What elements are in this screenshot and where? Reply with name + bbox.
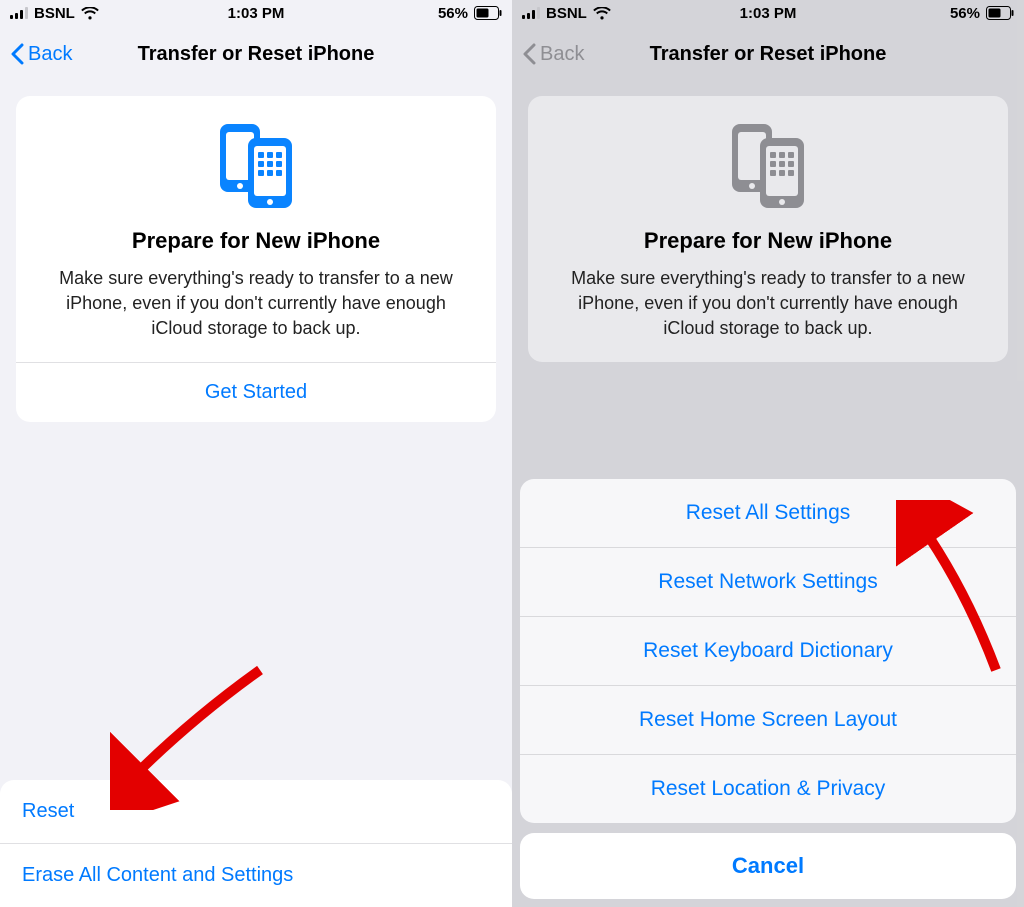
prepare-card: Prepare for New iPhone Make sure everyth… [16, 96, 496, 422]
devices-icon [548, 120, 988, 210]
reset-list: Reset Erase All Content and Settings [0, 780, 512, 907]
signal-bars-icon [522, 7, 540, 19]
prepare-card: Prepare for New iPhone Make sure everyth… [528, 96, 1008, 362]
devices-icon [36, 120, 476, 210]
battery-percent: 56% [950, 5, 980, 22]
cancel-button[interactable]: Cancel [520, 833, 1016, 899]
status-bar: BSNL 1:03 PM 56% [512, 0, 1024, 26]
reset-row[interactable]: Reset [0, 780, 512, 843]
battery-percent: 56% [438, 5, 468, 22]
screenshot-right: BSNL 1:03 PM 56% Back Transfer or Reset … [512, 0, 1024, 907]
get-started-button[interactable]: Get Started [36, 363, 476, 422]
carrier-label: BSNL [546, 5, 587, 22]
page-title: Transfer or Reset iPhone [650, 43, 887, 66]
back-label: Back [28, 43, 72, 66]
reset-location-privacy-option[interactable]: Reset Location & Privacy [520, 754, 1016, 823]
action-sheet: Reset All Settings Reset Network Setting… [520, 479, 1016, 899]
status-time: 1:03 PM [228, 5, 285, 22]
carrier-label: BSNL [34, 5, 75, 22]
back-label: Back [540, 43, 584, 66]
chevron-left-icon [10, 43, 24, 65]
nav-bar: Back Transfer or Reset iPhone [512, 26, 1024, 82]
wifi-icon [593, 7, 611, 20]
reset-network-settings-option[interactable]: Reset Network Settings [520, 547, 1016, 616]
battery-icon [474, 6, 502, 20]
reset-keyboard-dictionary-option[interactable]: Reset Keyboard Dictionary [520, 616, 1016, 685]
battery-icon [986, 6, 1014, 20]
card-body: Make sure everything's ready to transfer… [36, 266, 476, 362]
card-body: Make sure everything's ready to transfer… [548, 266, 988, 362]
erase-row[interactable]: Erase All Content and Settings [0, 843, 512, 907]
nav-bar: Back Transfer or Reset iPhone [0, 26, 512, 82]
back-button[interactable]: Back [10, 43, 72, 66]
page-title: Transfer or Reset iPhone [138, 43, 375, 66]
status-time: 1:03 PM [740, 5, 797, 22]
chevron-left-icon [522, 43, 536, 65]
status-bar: BSNL 1:03 PM 56% [0, 0, 512, 26]
screenshot-left: BSNL 1:03 PM 56% Back Transfer or Reset … [0, 0, 512, 907]
back-button[interactable]: Back [522, 43, 584, 66]
wifi-icon [81, 7, 99, 20]
card-title: Prepare for New iPhone [36, 228, 476, 254]
reset-all-settings-option[interactable]: Reset All Settings [520, 479, 1016, 547]
card-title: Prepare for New iPhone [548, 228, 988, 254]
reset-home-screen-layout-option[interactable]: Reset Home Screen Layout [520, 685, 1016, 754]
signal-bars-icon [10, 7, 28, 19]
